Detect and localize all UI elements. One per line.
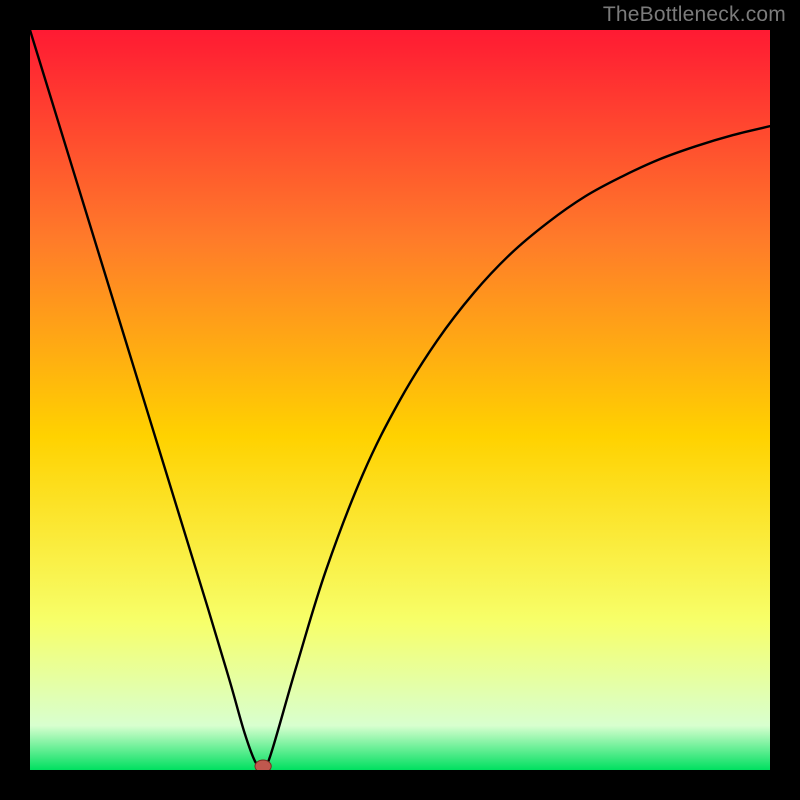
plot-area xyxy=(30,30,770,770)
chart-container: TheBottleneck.com xyxy=(0,0,800,800)
watermark-text: TheBottleneck.com xyxy=(603,3,786,27)
minimum-marker xyxy=(255,760,271,770)
plot-svg xyxy=(30,30,770,770)
